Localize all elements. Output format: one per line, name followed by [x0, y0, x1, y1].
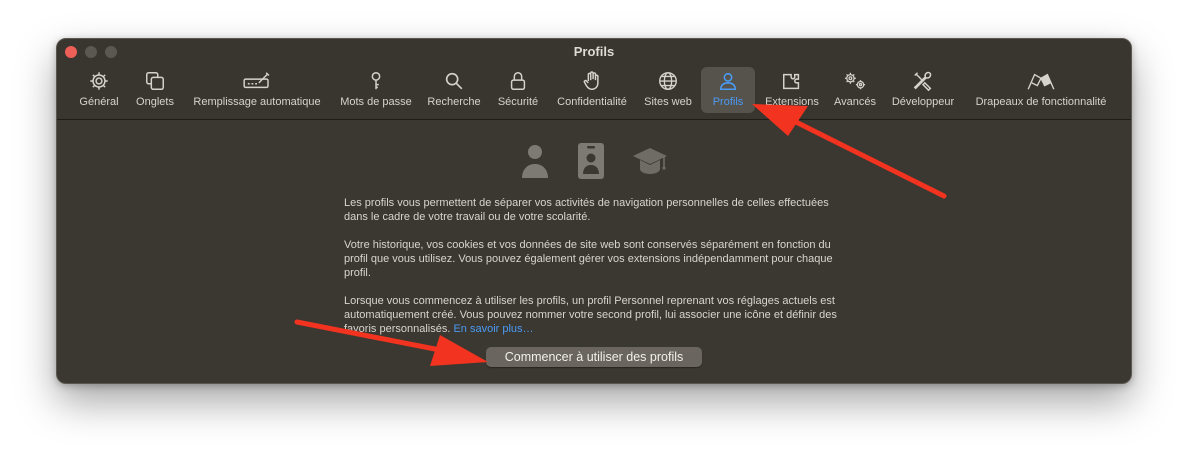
annotation-arrow-to-start-button: [294, 319, 488, 366]
annotation-arrow-to-profils-tab: [752, 104, 947, 199]
annotation-arrows: [294, 104, 947, 366]
